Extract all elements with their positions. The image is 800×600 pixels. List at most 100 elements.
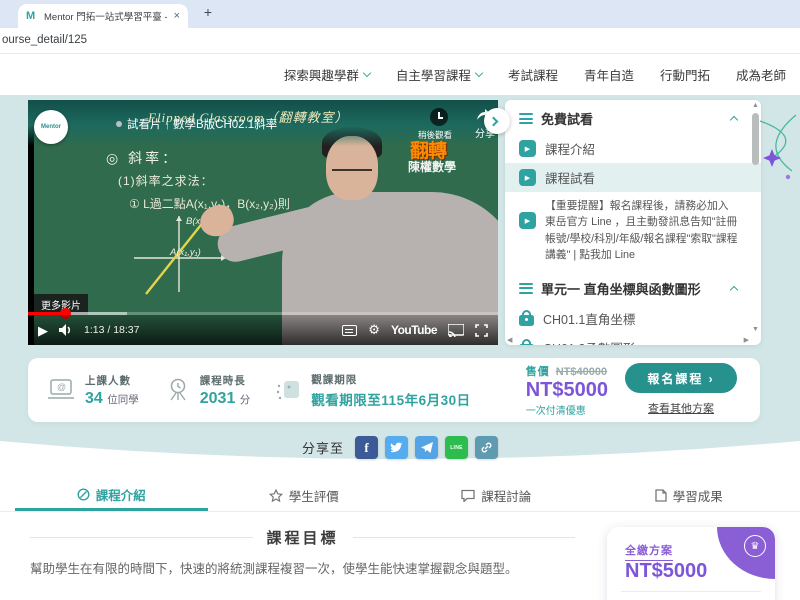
board-line-1: ◎ 斜率： xyxy=(106,148,179,168)
original-price: NT$40000 xyxy=(556,366,607,378)
twitter-share-button[interactable] xyxy=(385,436,408,459)
tab-close-icon[interactable]: × xyxy=(174,10,180,22)
intro-icon xyxy=(77,488,90,501)
tab-student-reviews[interactable]: 學生評價 xyxy=(208,480,401,511)
course-stats-card: @ 上課人數 34 位同學 課程時長 2031 分 xyxy=(28,358,760,422)
new-tab-button[interactable]: + xyxy=(198,4,218,20)
scroll-up-icon[interactable]: ▲ xyxy=(752,102,759,109)
line-share-button[interactable]: LINE xyxy=(445,436,468,459)
play-icon: ▶ xyxy=(519,212,536,229)
students-icon: @ xyxy=(48,378,76,402)
section-heading: 課程目標 xyxy=(267,527,339,548)
tab-title: Mentor 門拓一站式學習平臺 - xyxy=(44,9,168,23)
tab-learning-outcomes[interactable]: 學習成果 xyxy=(593,480,786,511)
video-controls: ▶ 1:13 / 18:37 ⚙ YouTube xyxy=(28,315,498,345)
playlist-item-course-preview[interactable]: ▶ 課程試看 xyxy=(505,163,761,192)
captions-icon[interactable] xyxy=(342,325,357,336)
copy-link-button[interactable] xyxy=(475,436,498,459)
playlist-item-locked-ch011[interactable]: CH01.1直角坐標 xyxy=(505,304,761,333)
watch-later-icon[interactable] xyxy=(430,108,448,126)
twitter-bird-icon xyxy=(390,442,403,453)
stat-deadline: 觀課期限 觀看期限至115年6月30日 xyxy=(276,372,470,409)
tab-course-intro[interactable]: 課程介紹 xyxy=(15,480,208,511)
link-icon xyxy=(480,441,493,454)
channel-avatar[interactable]: Mentor xyxy=(34,110,68,144)
playlist-section-free[interactable]: 免費試看 xyxy=(505,100,761,134)
current-price: NT$5000 xyxy=(526,379,608,402)
play-icon: ▶ xyxy=(519,140,536,157)
list-icon xyxy=(519,280,533,296)
address-bar[interactable]: ourse_detail/125 xyxy=(0,28,800,54)
url-text[interactable]: ourse_detail/125 xyxy=(2,34,87,46)
other-plans-link[interactable]: 查看其他方案 xyxy=(648,400,714,416)
chevron-right-icon xyxy=(489,116,499,126)
chevron-down-icon xyxy=(475,69,483,77)
watch-later-label: 稍後觀看 xyxy=(418,129,452,141)
chevron-up-icon[interactable] xyxy=(730,116,738,124)
scroll-right-icon[interactable]: ▶ xyxy=(744,336,749,344)
detail-tabs: 課程介紹 學生評價 課程討論 學習成果 xyxy=(0,480,800,512)
playlist-item-locked-ch012[interactable]: CH01.2函數圖形 xyxy=(505,333,761,345)
hero-section: ◎ 斜率： (1)斜率之求法： ① L過二點A(x₁,y₁)，B(x₂,y₂)則… xyxy=(0,95,800,480)
tab-course-discussion[interactable]: 課程討論 xyxy=(400,480,593,511)
nav-item-youth-maker[interactable]: 青年自造 xyxy=(584,65,634,84)
teacher-glasses xyxy=(332,162,372,171)
point-a-label: A(x₁,y₁) xyxy=(170,247,201,258)
telegram-plane-icon xyxy=(421,442,433,453)
duration-icon xyxy=(165,378,191,402)
sparkle-decoration xyxy=(758,113,800,193)
nav-item-exam-courses[interactable]: 考試課程 xyxy=(508,65,558,84)
scroll-left-icon[interactable]: ◀ xyxy=(507,336,512,344)
price-block: 售價 NT$40000 NT$5000 一次付清優惠 xyxy=(526,363,608,417)
document-icon xyxy=(655,489,667,502)
chevron-up-icon[interactable] xyxy=(730,285,738,293)
nav-item-self-learning[interactable]: 自主學習課程 xyxy=(396,65,482,84)
plan-price: NT$5000 xyxy=(625,560,707,583)
nav-item-explore[interactable]: 探索興趣學群 xyxy=(284,65,370,84)
nav-item-action-mentor[interactable]: 行動門拓 xyxy=(660,65,710,84)
browser-tab-strip: M Mentor 門拓一站式學習平臺 - × + xyxy=(0,0,800,28)
page: M Mentor 門拓一站式學習平臺 - × + ourse_detail/12… xyxy=(0,0,800,600)
lock-icon xyxy=(519,315,534,326)
plan-card[interactable]: ♛ 全繳方案 NT$5000 xyxy=(607,527,775,600)
cast-icon[interactable] xyxy=(448,324,464,337)
fullscreen-icon[interactable] xyxy=(475,324,488,337)
deadline-value: 觀看期限至115年6月30日 xyxy=(311,389,470,409)
chevron-down-icon xyxy=(363,69,371,77)
share-bar: 分享至 f LINE xyxy=(0,436,800,459)
status-dot xyxy=(116,121,122,127)
divider xyxy=(621,591,761,592)
scroll-down-icon[interactable]: ▼ xyxy=(752,326,759,333)
browser-tab[interactable]: M Mentor 門拓一站式學習平臺 - × xyxy=(18,4,188,28)
channel-name: 陳權數學 xyxy=(408,158,456,175)
youtube-logo[interactable]: YouTube xyxy=(391,323,437,337)
enroll-button[interactable]: 報名課程 › xyxy=(625,363,737,393)
lock-icon xyxy=(519,344,534,345)
nav-item-become-teacher[interactable]: 成為老師 xyxy=(736,65,786,84)
svg-text:@: @ xyxy=(57,382,66,392)
telegram-share-button[interactable] xyxy=(415,436,438,459)
list-icon xyxy=(519,111,533,127)
video-title[interactable]: 試看片｜數學B版CH02.1斜率 xyxy=(127,116,277,132)
plan-name: 全繳方案 xyxy=(625,542,673,561)
site-favicon-icon: M xyxy=(26,10,38,22)
site-nav: 探索興趣學群 自主學習課程 考試課程 青年自造 行動門拓 成為老師 xyxy=(0,54,800,95)
play-icon: ▶ xyxy=(519,169,536,186)
play-button[interactable]: ▶ xyxy=(38,324,48,337)
crown-icon: ♛ xyxy=(744,535,766,557)
stat-students: @ 上課人數 34 位同學 xyxy=(48,373,139,408)
stat-duration: 課程時長 2031 分 xyxy=(165,373,251,408)
students-count: 34 xyxy=(85,390,103,407)
divider xyxy=(353,537,576,538)
course-goal-paragraph: 幫助學生在有限的時間下，快速的將統測課程複習一次，使學生能快速掌握觀念與題型。 xyxy=(30,560,590,579)
playlist-section-unit1[interactable]: 單元一 直角坐標與函數圖形 xyxy=(505,270,761,304)
playlist-collapse-button[interactable] xyxy=(484,108,510,134)
time-display: 1:13 / 18:37 xyxy=(84,324,139,336)
facebook-share-button[interactable]: f xyxy=(355,436,378,459)
settings-gear-icon[interactable]: ⚙ xyxy=(368,323,380,338)
video-player[interactable]: ◎ 斜率： (1)斜率之求法： ① L過二點A(x₁,y₁)，B(x₂,y₂)則… xyxy=(28,100,498,345)
divider xyxy=(30,537,253,538)
volume-icon[interactable] xyxy=(58,323,74,337)
playlist-item-course-intro[interactable]: ▶ 課程介紹 xyxy=(505,134,761,163)
playlist-item-notice[interactable]: ▶ 【重要提醒】報名課程後，請務必加入東岳官方 Line ，且主動發訊息告知"註… xyxy=(505,192,761,270)
